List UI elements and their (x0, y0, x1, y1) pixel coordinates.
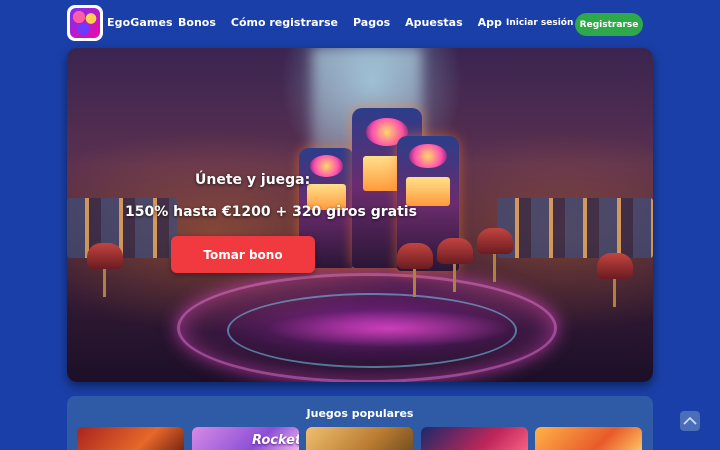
game-thumbnail[interactable] (535, 427, 642, 450)
register-button[interactable]: Registrarse (575, 13, 643, 36)
nav-item-como-registrarse[interactable]: Cómo registrarse (231, 16, 338, 29)
nav-item-bonos[interactable]: Bonos (178, 16, 216, 29)
nav-item-apuestas[interactable]: Apuestas (405, 16, 462, 29)
floor-ring-inner (227, 293, 517, 368)
login-link[interactable]: Iniciar sesión (506, 18, 573, 28)
nav-item-app[interactable]: App (478, 16, 502, 29)
casino-chair (397, 243, 433, 297)
hero-banner: Únete y juega: 150% hasta €1200 + 320 gi… (67, 48, 653, 382)
nav-item-pagos[interactable]: Pagos (353, 16, 390, 29)
game-thumbnail[interactable] (421, 427, 528, 450)
hero-offer: 150% hasta €1200 + 320 giros gratis (125, 204, 417, 220)
casino-chair (597, 253, 633, 307)
casino-chair (477, 228, 513, 282)
hero-headline: Únete y juega: (195, 172, 311, 188)
section-title: Juegos populares (306, 407, 414, 420)
logo-graphic (70, 8, 100, 38)
game-thumbnail[interactable]: Rocket (192, 427, 299, 450)
take-bonus-button[interactable]: Tomar bono (171, 236, 315, 273)
popular-games-section: Juegos populares Rocket (67, 396, 653, 450)
casino-chair (437, 238, 473, 292)
site-header: EgoGames Bonos Cómo registrarse Pagos Ap… (0, 0, 720, 46)
chevron-up-icon[interactable] (680, 411, 700, 431)
casino-chair (87, 243, 123, 297)
main-nav: Bonos Cómo registrarse Pagos Apuestas Ap… (178, 16, 517, 29)
game-title: Rocket (252, 433, 299, 448)
game-thumbnail[interactable] (306, 427, 413, 450)
game-thumbnail[interactable] (77, 427, 184, 450)
brand-name[interactable]: EgoGames (107, 16, 173, 29)
app-logo-icon[interactable] (67, 5, 103, 41)
slot-row-right (497, 198, 653, 258)
